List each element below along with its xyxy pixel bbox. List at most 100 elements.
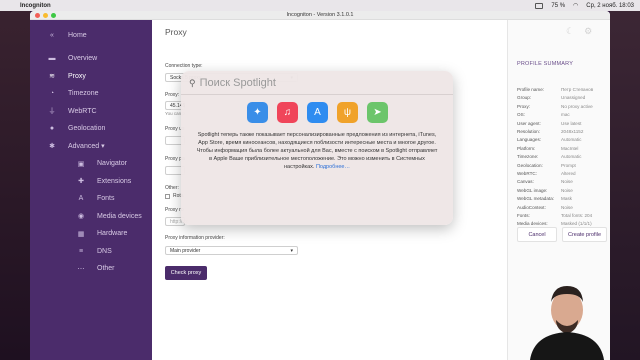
sidebar-item-label: Home <box>68 31 87 39</box>
sidebar-item-label: Extensions <box>97 177 132 185</box>
summary-row: WebRTC: Altered <box>517 171 607 176</box>
provider-select[interactable]: Main provider ▾ <box>165 246 298 255</box>
rotating-checkbox[interactable] <box>165 193 170 199</box>
summary-key: WebGL image: <box>517 187 548 193</box>
menubar-datetime[interactable]: Ср, 2 нояб. 18:03 <box>586 3 634 9</box>
sidebar-item-navigator[interactable]: ▣ Navigator <box>30 155 152 173</box>
sidebar-item-proxy[interactable]: ≋ Proxy <box>30 68 152 86</box>
chevron-down-icon: ▾ <box>290 248 293 254</box>
summary-row: Proxy: No proxy active <box>517 104 607 109</box>
summary-key: Media devices: <box>517 221 548 227</box>
wifi-icon: ≋ <box>49 73 55 81</box>
summary-value: No proxy active <box>561 103 593 109</box>
summary-value: MacIntel <box>561 145 579 151</box>
profile-summary-title: PROFILE SUMMARY <box>517 61 574 67</box>
restaurant-icon: ψ <box>337 102 358 123</box>
sidebar-item-label: Geolocation <box>68 125 106 133</box>
close-window-icon[interactable] <box>35 13 40 18</box>
sidebar-item-advanced[interactable]: ✱ Advanced ▾ <box>30 138 152 156</box>
summary-value: Noise <box>561 204 573 210</box>
sidebar-item-extensions[interactable]: ✚ Extensions <box>30 173 152 191</box>
maps-icon: ➤ <box>367 102 388 123</box>
battery-icon[interactable] <box>535 2 544 9</box>
provider-value: Main provider <box>170 248 201 254</box>
desktop-background-left <box>0 0 30 360</box>
summary-row: Fonts: Total fonts: 204 <box>517 213 607 218</box>
spotlight-info-text: Spotlight теперь также показывает персон… <box>195 131 439 171</box>
menubar-app-name[interactable]: Incogniton <box>20 3 51 9</box>
summary-row: Platform: MacIntel <box>517 146 607 151</box>
sidebar-item-other[interactable]: ⋯ Other <box>30 260 152 278</box>
sidebar-item-geolocation[interactable]: ● Geolocation <box>30 120 152 138</box>
summary-key: Platform: <box>517 145 536 151</box>
sidebar-item-label: Navigator <box>97 160 127 168</box>
summary-row: Profile name: Петр Степанов <box>517 87 607 92</box>
summary-row: WebGL image: Noise <box>517 188 607 193</box>
plug-icon: ⏚ <box>48 108 56 116</box>
font-icon: A <box>78 195 84 203</box>
summary-key: Proxy: <box>517 103 531 109</box>
check-proxy-button[interactable]: Check proxy <box>165 266 207 280</box>
spotlight-app-icons: ✦ ♫ A ψ ➤ <box>247 102 388 123</box>
puzzle-icon: ✚ <box>78 178 84 186</box>
double-chevron-left-icon: « <box>50 31 54 39</box>
chip-icon: ▦ <box>77 230 85 238</box>
settings-icon[interactable]: ⚙ <box>584 26 592 37</box>
summary-value: mac <box>561 112 570 118</box>
summary-key: Group: <box>517 95 532 101</box>
sidebar-item-label: Timezone <box>68 90 99 98</box>
sidebar: « Home ▬ Overview ≋ Proxy ◔ Timezone ⏚ W… <box>30 20 152 360</box>
sidebar-item-label: Overview <box>68 55 98 63</box>
summary-row: Timezone: Automatic <box>517 154 607 159</box>
browser-icon: ▣ <box>77 160 85 168</box>
summary-value: Automatic <box>561 137 582 143</box>
media-icon: ◉ <box>77 213 85 221</box>
summary-row: Resolution: 2048x1152 <box>517 129 607 134</box>
summary-value: Prompt <box>561 162 576 168</box>
create-profile-button[interactable]: Create profile <box>562 227 607 242</box>
summary-value: 2048x1152 <box>561 129 584 134</box>
summary-row: Languages: Automatic <box>517 137 607 142</box>
proxy-label: Proxy: <box>165 92 180 98</box>
sidebar-item-media-devices[interactable]: ◉ Media devices <box>30 208 152 226</box>
connection-type-label: Connection type: <box>165 63 203 69</box>
ellipsis-icon: ⋯ <box>77 265 85 273</box>
page-title: Proxy <box>165 27 187 37</box>
mac-menubar: Incogniton 75 % ◠ Ср, 2 нояб. 18:03 <box>0 0 640 11</box>
search-icon: ⚲ <box>189 77 196 88</box>
sidebar-item-home[interactable]: « Home <box>30 20 152 50</box>
sidebar-item-overview[interactable]: ▬ Overview <box>30 50 152 68</box>
summary-value: Altered <box>561 171 576 176</box>
sidebar-item-dns[interactable]: ≡ DNS <box>30 243 152 261</box>
summary-key: User agent: <box>517 120 541 126</box>
learn-more-link[interactable]: Подробнее… <box>316 164 350 170</box>
summary-key: OS: <box>517 112 525 118</box>
sidebar-item-fonts[interactable]: A Fonts <box>30 190 152 208</box>
wifi-status-icon[interactable]: ◠ <box>573 2 578 9</box>
minimize-window-icon[interactable] <box>43 13 48 18</box>
grid-icon: ▬ <box>48 55 56 63</box>
sidebar-item-timezone[interactable]: ◔ Timezone <box>30 85 152 103</box>
summary-key: Fonts: <box>517 213 530 218</box>
window-title: Incogniton - Version 3.1.0.1 <box>286 12 354 18</box>
provider-label: Proxy information provider: <box>165 235 225 241</box>
safari-icon: ✦ <box>247 102 268 123</box>
app-store-icon: A <box>307 102 328 123</box>
summary-value: Mask <box>561 196 572 202</box>
zoom-window-icon[interactable] <box>51 13 56 18</box>
summary-value: Use latest <box>561 120 582 126</box>
sidebar-item-webrtc[interactable]: ⏚ WebRTC <box>30 103 152 121</box>
cancel-button[interactable]: Cancel <box>517 227 557 242</box>
moon-icon[interactable]: ☾ <box>566 26 574 37</box>
summary-value: Total fonts: 204 <box>561 213 593 218</box>
spotlight-search-field[interactable]: ⚲ Поиск Spotlight <box>189 77 276 89</box>
traffic-lights <box>35 13 56 18</box>
sidebar-item-label: WebRTC <box>68 107 97 115</box>
spotlight-search-input[interactable]: Поиск Spotlight <box>200 77 276 89</box>
sidebar-item-hardware[interactable]: ▦ Hardware <box>30 225 152 243</box>
other-label: Other: <box>165 185 179 191</box>
sidebar-item-label: Media devices <box>97 212 142 220</box>
summary-key: Profile name: <box>517 87 545 92</box>
summary-row: Canvas: Noise <box>517 179 607 184</box>
menubar-status-area: 75 % ◠ Ср, 2 нояб. 18:03 <box>535 2 634 9</box>
